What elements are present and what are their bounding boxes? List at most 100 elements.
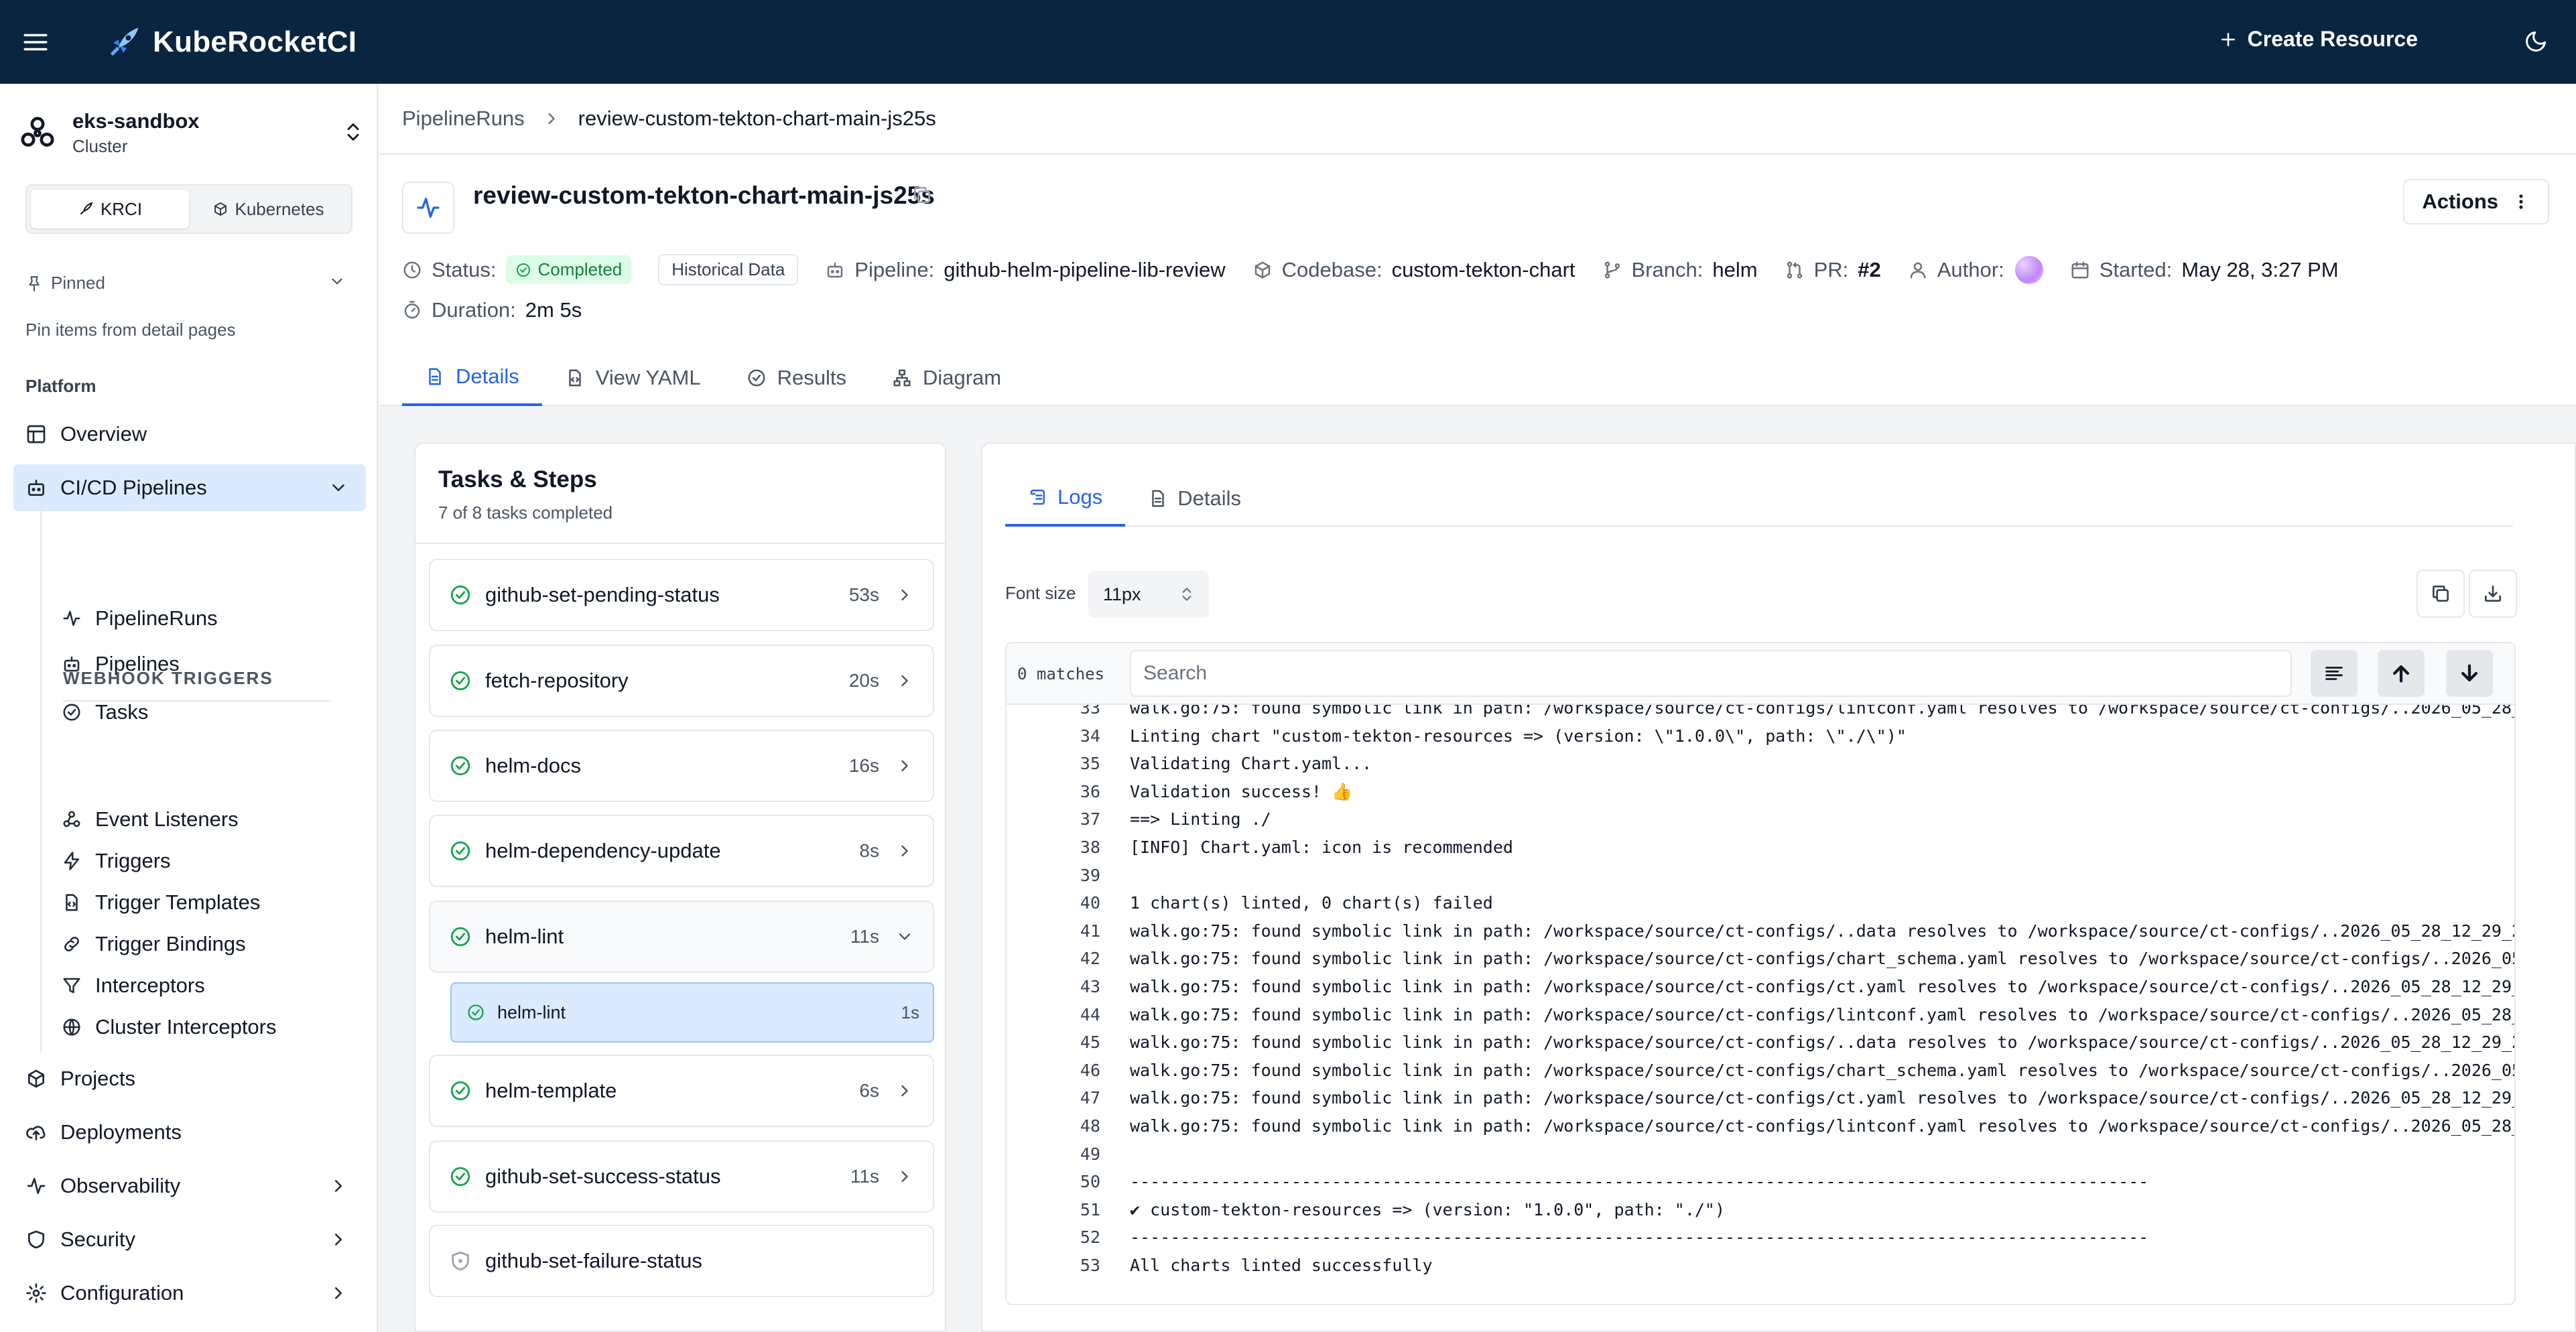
mode-krci-button[interactable]: KRCI — [31, 190, 189, 228]
tab-view-yaml[interactable]: View YAML — [542, 349, 724, 406]
tab-label: View YAML — [595, 365, 701, 389]
next-match-button[interactable] — [2446, 650, 2493, 697]
started-value: May 28, 3:27 PM — [2181, 257, 2339, 281]
wrap-lines-button[interactable] — [2311, 650, 2358, 697]
mode-kubernetes-button[interactable]: Kubernetes — [189, 190, 347, 228]
log-line-text: Validating Chart.yaml... — [1130, 754, 1372, 774]
cluster-type: Cluster — [72, 136, 128, 156]
font-size-value: 11px — [1103, 584, 1141, 604]
check-circle-icon — [450, 756, 470, 776]
sidebar-item-trigger-templates[interactable]: Trigger Templates — [62, 884, 260, 921]
log-line-number: 48 — [1080, 1116, 1100, 1136]
step-item[interactable]: helm-lint 1s — [450, 982, 934, 1043]
sidebar-item-label: PipelineRuns — [95, 606, 218, 630]
copy-logs-button[interactable] — [2417, 570, 2465, 618]
rocket-logo-icon[interactable] — [103, 23, 143, 63]
box-icon — [28, 1069, 44, 1088]
cluster-name: eks-sandbox — [72, 109, 200, 133]
tab-logs[interactable]: Logs — [1005, 470, 1126, 527]
actions-button[interactable]: Actions — [2403, 179, 2549, 224]
page-tabs: Details View YAML Results Diagram — [402, 349, 1024, 406]
log-line-number: 46 — [1080, 1060, 1100, 1080]
task-item-expanded[interactable]: helm-lint 11s — [429, 901, 934, 973]
tab-label: Diagram — [922, 365, 1002, 389]
log-line-text: walk.go:75: found symbolic link in path:… — [1130, 1060, 2516, 1080]
chevron-down-icon — [332, 484, 344, 491]
activity-icon — [417, 198, 440, 218]
sidebar-item-projects[interactable]: Projects — [13, 1055, 366, 1102]
chevron-right-icon — [901, 589, 908, 601]
tab-step-details[interactable]: Details — [1125, 470, 1264, 527]
sidebar-item-label: Security — [60, 1227, 135, 1251]
chevron-up-down-icon — [1182, 588, 1192, 601]
webhook-icon — [63, 811, 80, 827]
sidebar-item-configuration[interactable]: Configuration — [13, 1270, 366, 1317]
run-meta: Status: Completed Historical Data Pipeli… — [402, 254, 2366, 285]
tab-diagram[interactable]: Diagram — [869, 349, 1024, 406]
task-item[interactable]: github-set-pending-status 53s — [429, 559, 934, 631]
task-item[interactable]: github-set-success-status 11s — [429, 1140, 934, 1213]
status-label: Status: — [432, 257, 497, 281]
pr-link[interactable]: #2 — [1858, 258, 1880, 282]
log-search-input[interactable] — [1130, 650, 2292, 697]
sidebar-item-interceptors[interactable]: Interceptors — [62, 967, 205, 1004]
run-header: review-custom-tekton-chart-main-js25s Ac… — [379, 155, 2576, 406]
sidebar-item-cicd-pipelines[interactable]: CI/CD Pipelines — [13, 464, 366, 511]
task-item[interactable]: github-set-failure-status — [429, 1225, 934, 1297]
check-circle-icon — [468, 1004, 484, 1020]
task-item[interactable]: fetch-repository 20s — [429, 645, 934, 717]
codebase-link[interactable]: custom-tekton-chart — [1392, 258, 1575, 282]
sidebar-item-trigger-bindings[interactable]: Trigger Bindings — [62, 925, 246, 963]
log-line-text: walk.go:75: found symbolic link in path:… — [1130, 1033, 2516, 1053]
menu-icon[interactable] — [21, 28, 50, 56]
download-logs-button[interactable] — [2469, 570, 2517, 618]
sidebar-item-cluster-interceptors[interactable]: Cluster Interceptors — [62, 1008, 277, 1046]
sidebar-item-label: Trigger Bindings — [95, 932, 246, 955]
chevron-right-icon — [335, 1234, 342, 1246]
cluster-switcher[interactable]: eks-sandbox Cluster — [19, 107, 367, 160]
breadcrumb-pipelineruns-link[interactable]: PipelineRuns — [402, 107, 525, 131]
sidebar-item-tasks[interactable]: Tasks — [62, 693, 148, 731]
task-name: helm-dependency-update — [485, 839, 721, 862]
copy-icon[interactable] — [911, 184, 933, 206]
task-item[interactable]: helm-docs 16s — [429, 730, 934, 802]
step-name: helm-lint — [497, 1002, 566, 1022]
status-badge: Completed — [505, 255, 632, 284]
moon-icon[interactable] — [2524, 29, 2548, 54]
status-badge-label: Completed — [537, 259, 623, 279]
sidebar-item-event-listeners[interactable]: Event Listeners — [62, 801, 239, 838]
codebase-meta: Codebase: custom-tekton-chart — [1252, 258, 1575, 282]
codebase-label: Codebase: — [1281, 257, 1382, 281]
pipeline-link[interactable]: github-helm-pipeline-lib-review — [944, 258, 1225, 282]
sidebar-item-security[interactable]: Security — [13, 1216, 366, 1263]
log-line: 45 walk.go:75: found symbolic link in pat… — [1007, 1028, 2516, 1057]
sidebar-item-pipelineruns[interactable]: PipelineRuns — [62, 600, 218, 637]
gear-icon — [26, 1283, 46, 1303]
check-circle-icon — [516, 263, 530, 277]
file-text-icon — [429, 368, 441, 385]
logs-panel: Logs Details Font size 11px 33 walk.go:75… — [981, 442, 2576, 1332]
calendar-icon — [2071, 261, 2089, 278]
pinned-header[interactable]: Pinned — [25, 273, 354, 293]
font-size-select[interactable]: 11px — [1088, 571, 1209, 618]
previous-match-button[interactable] — [2378, 650, 2425, 697]
sidebar-item-overview[interactable]: Overview — [13, 411, 366, 458]
create-resource-button[interactable]: Create Resource — [2218, 27, 2418, 52]
avatar[interactable] — [2014, 255, 2043, 284]
chevron-right-icon — [901, 760, 908, 772]
app-title[interactable]: KubeRocketCI — [153, 25, 357, 59]
started-label: Started: — [2099, 257, 2173, 281]
log-line: 51 ✔ custom-tekton-resources => (version:… — [1007, 1196, 2514, 1224]
rocket-icon — [80, 202, 92, 214]
task-item[interactable]: helm-template 6s — [429, 1055, 934, 1127]
tab-results[interactable]: Results — [724, 349, 869, 406]
sidebar-item-observability[interactable]: Observability — [13, 1162, 366, 1209]
log-line-number: 40 — [1080, 893, 1100, 913]
tab-details[interactable]: Details — [402, 349, 542, 406]
layout-icon — [27, 425, 46, 444]
task-item[interactable]: helm-dependency-update 8s — [429, 815, 934, 887]
chevron-right-icon — [335, 1287, 342, 1299]
sidebar-item-triggers[interactable]: Triggers — [62, 842, 171, 880]
log-line: 46 walk.go:75: found symbolic link in pat… — [1007, 1057, 2516, 1085]
sidebar-item-deployments[interactable]: Deployments — [13, 1109, 366, 1156]
